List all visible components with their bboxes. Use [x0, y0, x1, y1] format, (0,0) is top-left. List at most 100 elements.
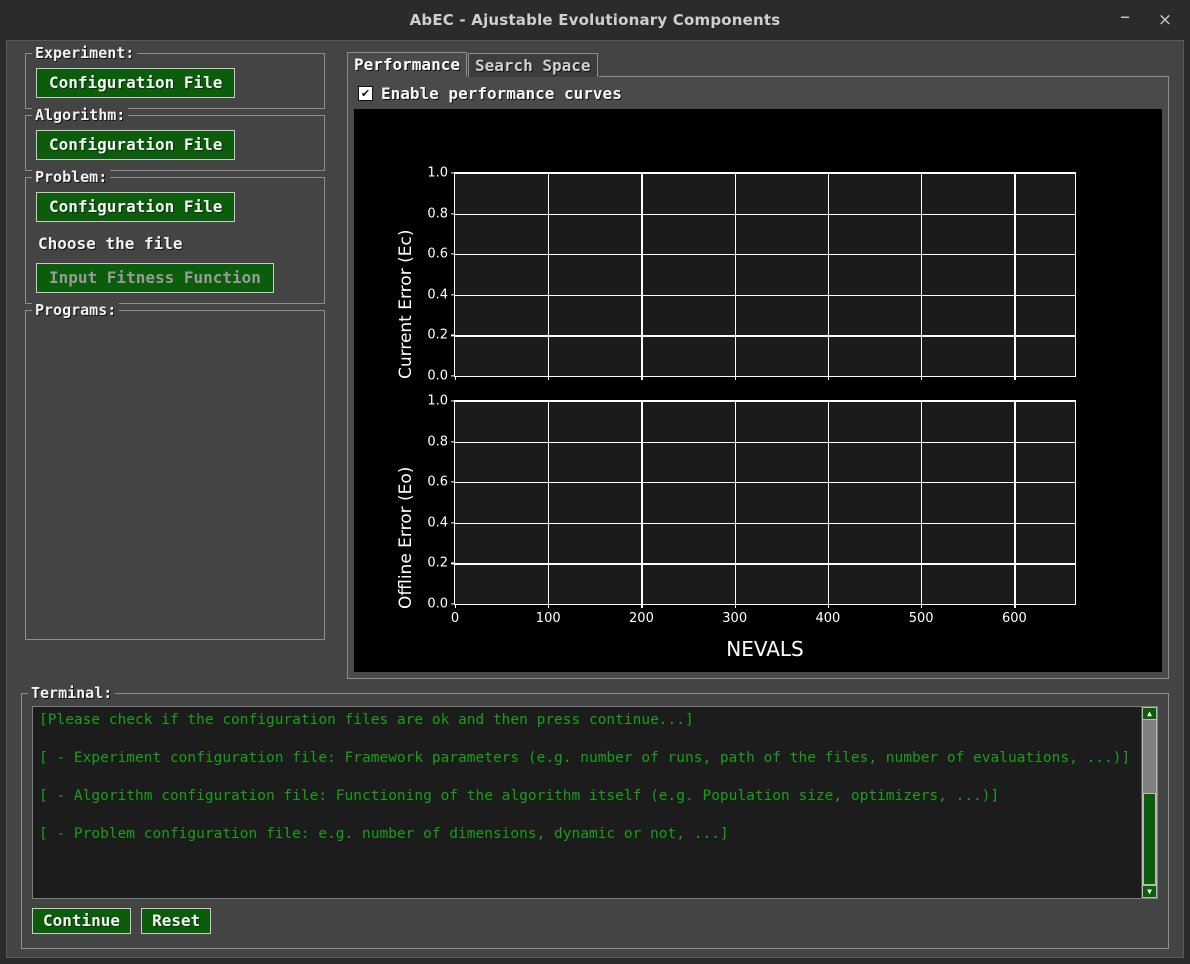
chart-1-ytick-label: 0.6	[427, 474, 448, 490]
terminal-scrollbar[interactable]: ▲ ▼	[1141, 707, 1157, 898]
chart-0-ytick-label: 1.0	[427, 165, 448, 181]
chart-1-xlabel: NEVALS	[726, 637, 804, 661]
title-bar: AbEC - Ajustable Evolutionary Components…	[0, 0, 1190, 40]
chart-1-xtick-mark	[455, 604, 457, 608]
window-title: AbEC - Ajustable Evolutionary Components	[409, 11, 781, 29]
chart-0-axes: 0.0 0.2 0.4 0.6 0.8 1.0	[427, 166, 1076, 384]
group-algorithm-label: Algorithm:	[32, 106, 129, 124]
scrollbar-trough[interactable]	[1142, 720, 1157, 885]
chart-1-xtick-label: 0	[450, 611, 460, 626]
close-icon[interactable]: ×	[1148, 6, 1182, 34]
chart-0-ytick-label: 0.0	[427, 368, 448, 384]
tab-page-performance: ✔ Enable performance curves Current Erro…	[347, 77, 1169, 679]
window-controls: – ×	[1108, 0, 1182, 40]
chart-1-xtick-mark	[827, 604, 830, 608]
group-experiment: Experiment: Configuration File	[25, 44, 325, 109]
chart-1-xtick-label: 600	[1001, 611, 1027, 626]
app-window: AbEC - Ajustable Evolutionary Components…	[0, 0, 1190, 964]
chart-0-ytick-label: 0.4	[427, 287, 448, 303]
chart-1-xtick-mark	[734, 604, 736, 608]
chart-0-xtick-mark	[455, 376, 457, 380]
algorithm-config-file-button[interactable]: Configuration File	[36, 130, 236, 160]
terminal-output: [Please check if the configuration files…	[39, 712, 1131, 842]
chart-0-gridline-v	[548, 173, 550, 376]
chart-1-xtick-label: 200	[629, 611, 654, 626]
group-experiment-label: Experiment:	[32, 44, 138, 62]
minimize-icon[interactable]: –	[1108, 2, 1142, 38]
app-body: Experiment: Configuration File Algorithm…	[6, 40, 1184, 958]
chart-1-ytick-mark	[451, 562, 455, 564]
chart-1-ytick-label: 0.4	[427, 515, 448, 531]
chart-1-xtick-label: 100	[535, 611, 561, 626]
chart-1-gridline-v	[641, 401, 643, 604]
chart-1-xtick-label: 300	[722, 611, 748, 626]
group-problem: Problem: Configuration File Choose the f…	[25, 168, 325, 304]
chart-1-gridline-v	[921, 401, 923, 604]
chart-1-ytick-label: 0.2	[427, 555, 448, 571]
upper-region: Experiment: Configuration File Algorithm…	[7, 41, 1183, 686]
chart-1-ytick-label: 1.0	[427, 393, 448, 409]
chart-1-xtick-label: 500	[908, 611, 934, 626]
reset-button[interactable]: Reset	[141, 908, 212, 934]
group-programs-label: Programs:	[32, 301, 120, 319]
chart-1-xtick-label: 400	[815, 611, 841, 626]
chart-0-ylabel: Current Error (Ec)	[396, 229, 416, 379]
chart-0-gridline-v	[827, 173, 830, 376]
chart-0-xtick-mark	[921, 376, 923, 380]
chart-1-ytick-mark	[451, 441, 455, 443]
chart-0-ytick-mark	[451, 213, 455, 215]
experiment-config-file-button[interactable]: Configuration File	[36, 68, 236, 98]
enable-performance-curves-row[interactable]: ✔ Enable performance curves	[354, 82, 1162, 109]
input-fitness-function-button[interactable]: Input Fitness Function	[36, 263, 274, 293]
chart-1-ytick-mark	[451, 400, 455, 402]
terminal-region: Terminal: [Please check if the configura…	[21, 684, 1169, 949]
tab-bar: Performance Search Space	[347, 52, 1169, 77]
scrollbar-thumb[interactable]	[1143, 792, 1156, 885]
chart-1-xtick-mark	[548, 604, 550, 608]
terminal-label: Terminal:	[28, 684, 116, 702]
action-buttons: Continue Reset	[32, 908, 1158, 934]
sidebar: Experiment: Configuration File Algorithm…	[25, 44, 325, 646]
chart-0-gridline-v	[734, 173, 736, 376]
terminal-frame: Terminal: [Please check if the configura…	[21, 684, 1169, 949]
problem-config-file-button[interactable]: Configuration File	[36, 192, 236, 222]
chart-0-ytick-mark	[451, 172, 455, 174]
performance-figure: Current Error (Ec) 0.0 0.2 0.4 0.6 0.8 1.0 Of…	[354, 109, 1162, 672]
chart-0-ytick-label: 0.6	[427, 246, 448, 262]
chart-0-gridline-v	[641, 173, 643, 376]
chart-0-gridline-v	[921, 173, 923, 376]
scroll-down-icon[interactable]: ▼	[1142, 885, 1157, 898]
chart-0-ytick-mark	[451, 253, 455, 255]
chart-1-xtick-mark	[921, 604, 923, 608]
chart-0-xtick-mark	[641, 376, 643, 380]
tab-search-space[interactable]: Search Space	[467, 53, 598, 77]
chart-1-gridline-v	[734, 401, 736, 604]
chart-0-xtick-mark	[548, 376, 550, 380]
scroll-up-icon[interactable]: ▲	[1142, 707, 1157, 720]
chart-1-xtick-mark	[1014, 604, 1016, 608]
chart-1-ytick-label: 0.0	[427, 596, 448, 612]
chart-1-gridline-v	[1014, 401, 1016, 604]
tab-performance[interactable]: Performance	[347, 52, 467, 77]
chart-0-gridline-v	[1014, 173, 1016, 376]
chart-1-xtick-mark	[641, 604, 643, 608]
chart-0-ytick-label: 0.8	[427, 206, 448, 222]
chart-1-ytick-mark	[451, 522, 455, 524]
chart-1-axes: 0.0 0.2 0.4 0.6 0.8 1.0 0 100 200 300 400 500 600	[427, 394, 1076, 626]
chart-1-ytick-label: 0.8	[427, 434, 448, 450]
continue-button[interactable]: Continue	[32, 908, 132, 934]
notebook: Performance Search Space ✔ Enable perfor…	[347, 52, 1169, 680]
enable-performance-curves-label: Enable performance curves	[381, 84, 622, 103]
group-problem-label: Problem:	[32, 168, 111, 186]
chart-0-xtick-mark	[1014, 376, 1016, 380]
chart-0-xtick-mark	[827, 376, 830, 380]
chart-0-ytick-label: 0.2	[427, 327, 448, 343]
group-algorithm: Algorithm: Configuration File	[25, 106, 325, 171]
group-programs: Programs:	[25, 301, 325, 640]
chart-0-xtick-mark	[734, 376, 736, 380]
enable-performance-curves-checkbox[interactable]: ✔	[358, 86, 373, 101]
chart-1-ylabel: Offline Error (Eo)	[396, 466, 416, 609]
choose-file-hint: Choose the file	[38, 234, 183, 253]
chart-1-gridline-v	[827, 401, 830, 604]
tab-bar-filler	[598, 53, 1169, 77]
